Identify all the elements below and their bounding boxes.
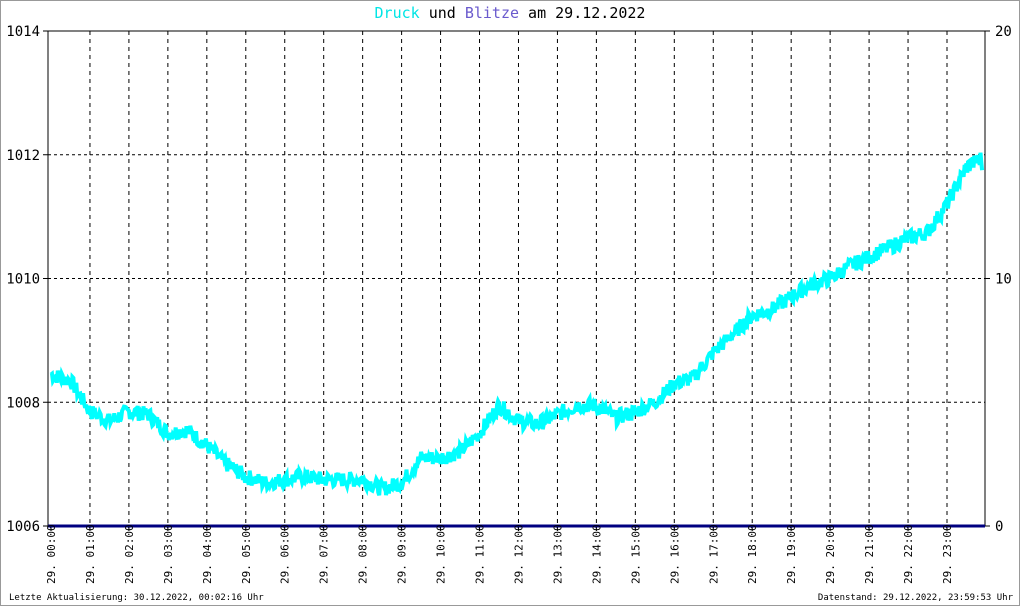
x-tick-label: 29. 00:00 [45, 524, 58, 584]
y-tick-label-right: 10 [995, 272, 1012, 288]
x-tick-label: 29. 16:00 [668, 524, 681, 584]
x-tick-label: 29. 01:00 [84, 524, 97, 584]
tick-labels: 1006 1008 1010 1012 1014 0 10 20 29. 00:00 29. 01… [6, 24, 1012, 584]
x-tick-label: 29. 13:00 [551, 524, 564, 584]
x-tick-label: 29. 17:00 [707, 524, 720, 584]
y-tick-label-left: 1010 [6, 272, 40, 288]
data-status-text: Datenstand: 29.12.2022, 23:59:53 Uhr [817, 593, 1013, 603]
x-tick-label: 29. 20:00 [824, 524, 837, 584]
x-tick-label: 29. 10:00 [435, 524, 448, 584]
x-tick-label: 29. 23:00 [941, 524, 954, 584]
x-tick-label: 29. 14:00 [590, 524, 603, 584]
x-tick-label: 29. 05:00 [240, 524, 253, 584]
y-tick-label-right: 0 [995, 519, 1003, 535]
y-tick-label-left: 1006 [6, 519, 40, 535]
x-tick-label: 29. 15:00 [629, 524, 642, 584]
pressure-chart: 1006 1008 1010 1012 1014 0 10 20 29. 00:00 29. 01… [6, 24, 1012, 584]
x-tick-label: 29. 03:00 [162, 524, 175, 584]
x-tick-label: 29. 18:00 [746, 524, 759, 584]
x-tick-label: 29. 08:00 [357, 524, 370, 584]
x-tick-label: 29. 07:00 [318, 524, 331, 584]
x-tick-label: 29. 11:00 [474, 524, 487, 584]
last-update-text: Letzte Aktualisierung: 30.12.2022, 00:02… [9, 593, 264, 603]
x-tick-label: 29. 22:00 [902, 524, 915, 584]
y-tick-label-left: 1008 [6, 395, 40, 411]
x-tick-label: 29. 21:00 [863, 524, 876, 584]
y-tick-label-left: 1012 [6, 148, 40, 164]
x-tick-label: 29. 06:00 [279, 524, 292, 584]
x-tick-label: 29. 09:00 [396, 524, 409, 584]
x-tick-label: 29. 12:00 [512, 524, 525, 584]
druck-line [49, 152, 985, 497]
x-tick-label: 29. 02:00 [123, 524, 136, 584]
y-tick-label-right: 20 [995, 24, 1012, 40]
axes [43, 30, 990, 531]
x-tick-label: 29. 19:00 [785, 524, 798, 584]
y-tick-label-left: 1014 [6, 24, 40, 40]
series [49, 152, 985, 497]
grid [48, 30, 985, 526]
x-tick-label: 29. 04:00 [201, 524, 214, 584]
